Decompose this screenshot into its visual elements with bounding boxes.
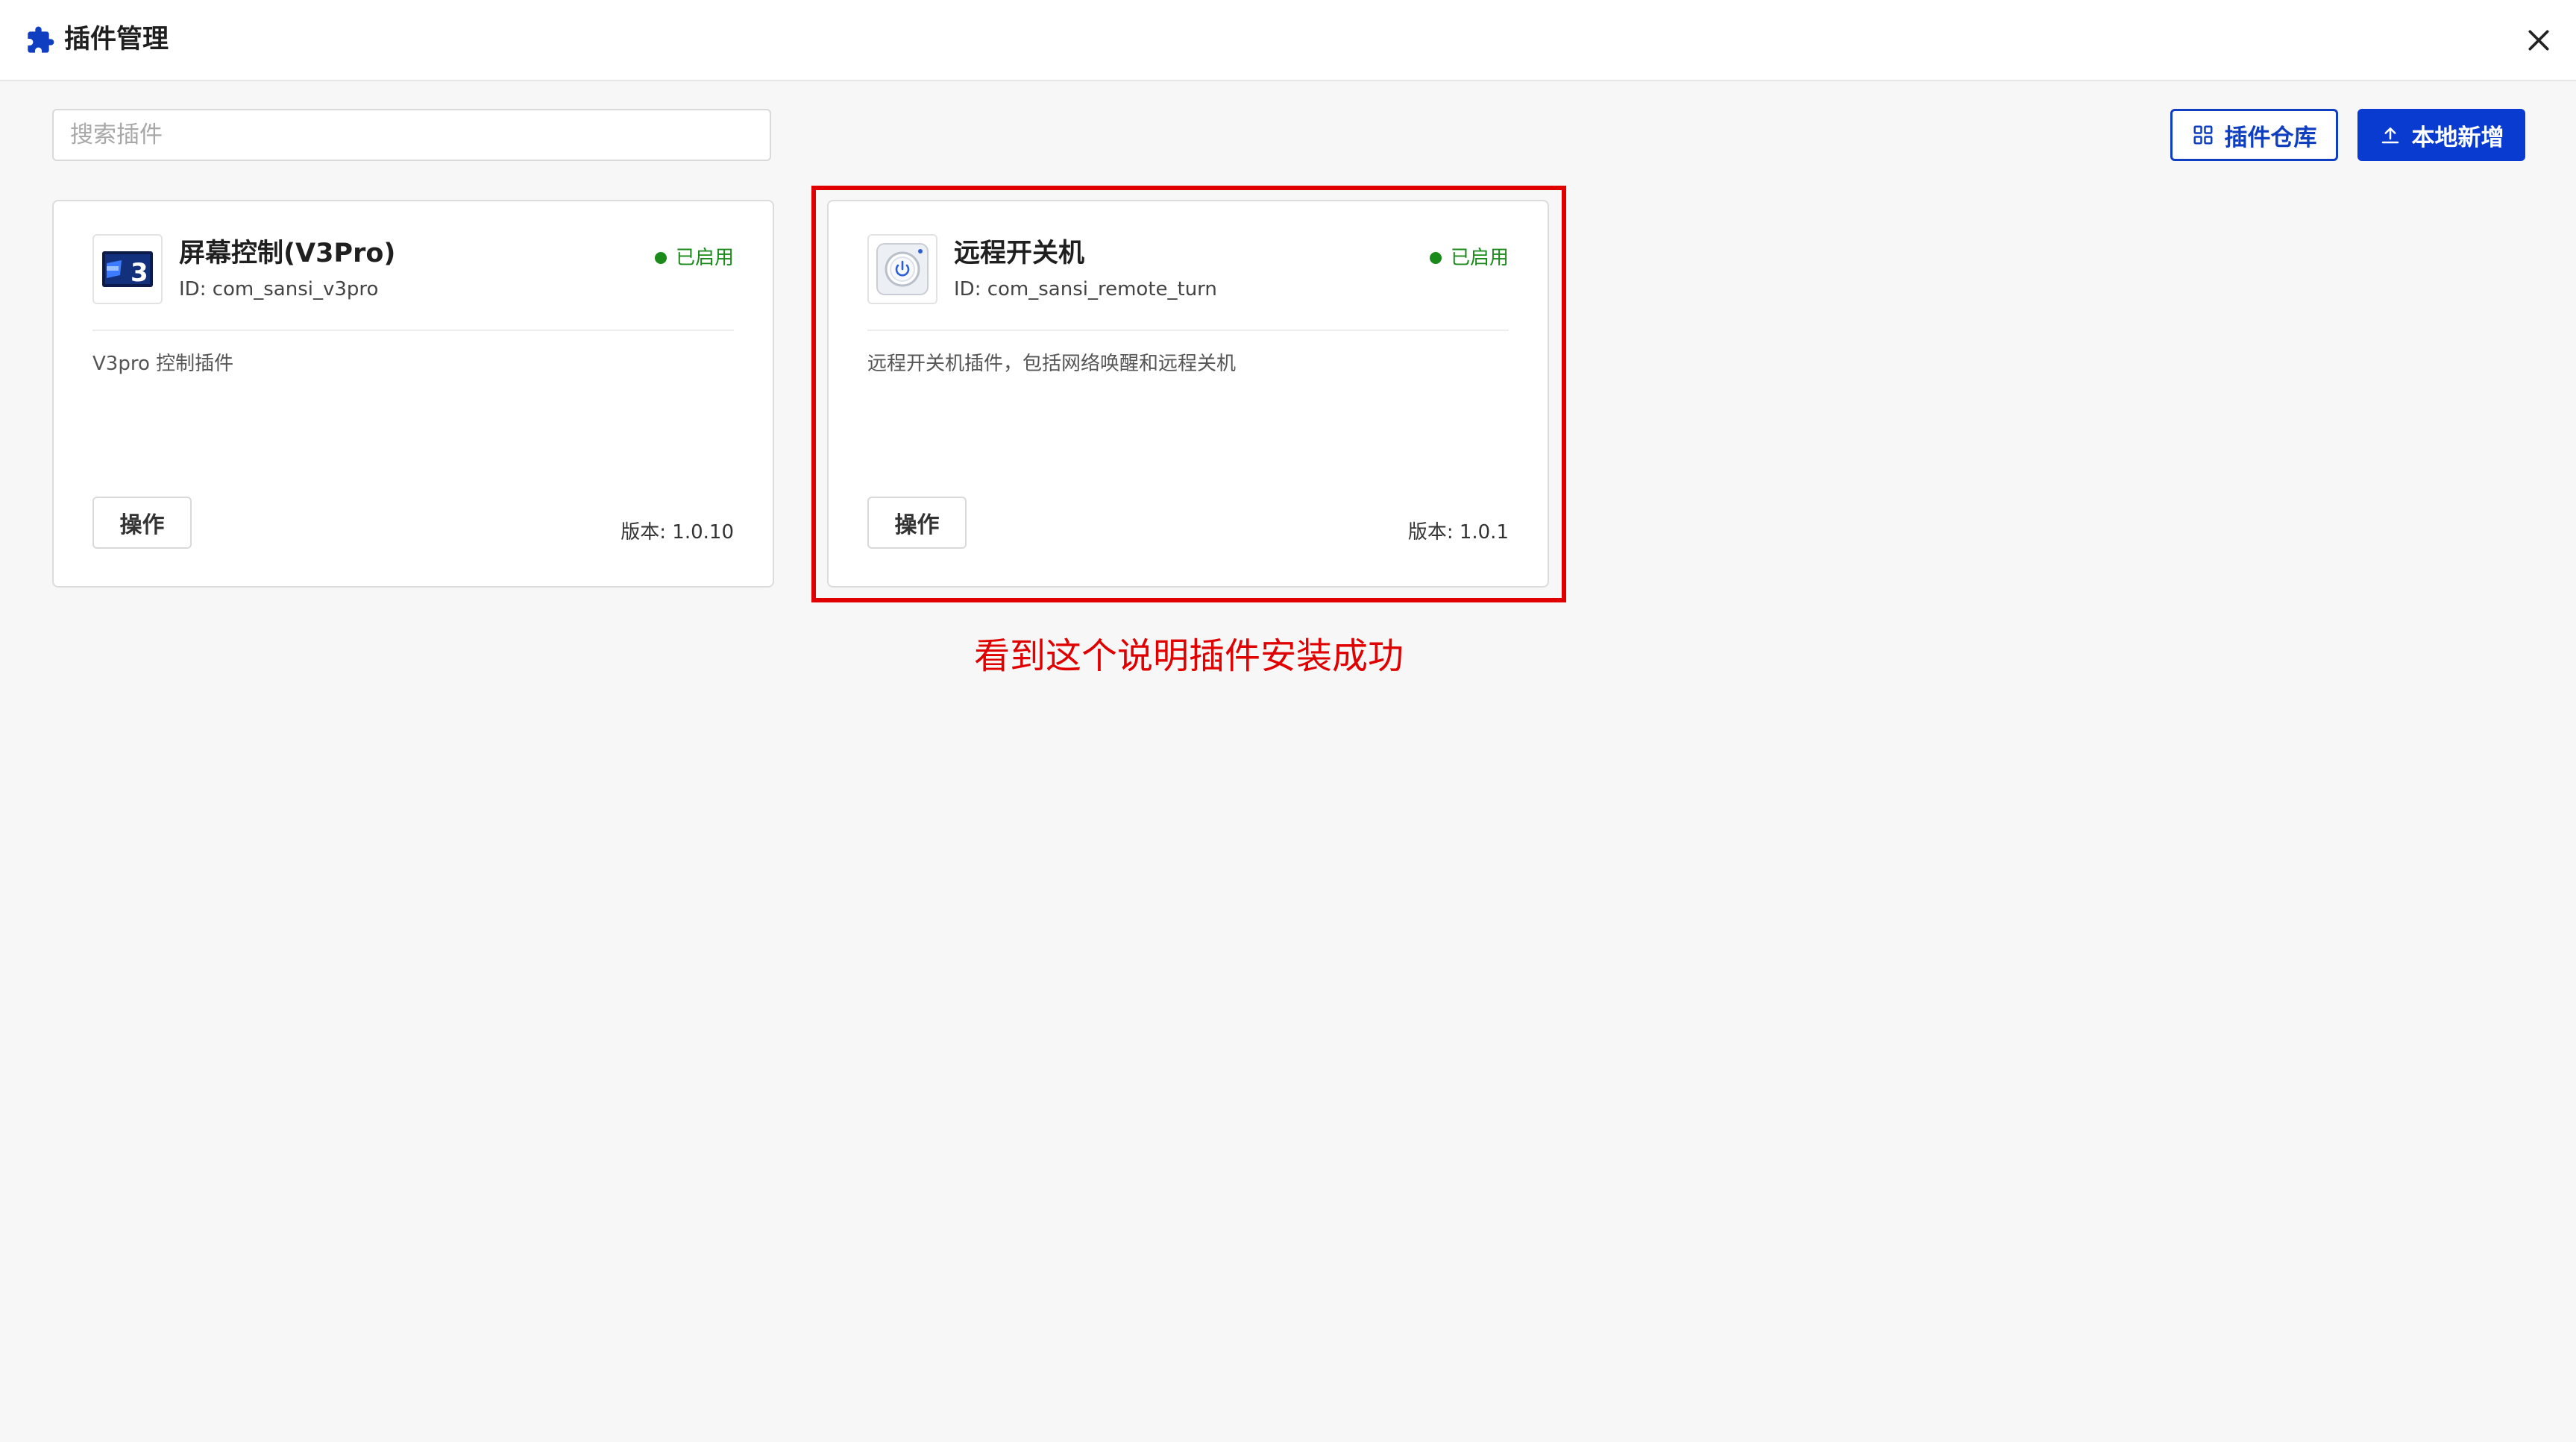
- plugin-version: 版本: 1.0.10: [621, 521, 734, 544]
- local-add-label: 本地新增: [2411, 124, 2504, 151]
- search-input[interactable]: [52, 109, 771, 161]
- annotation-highlight-box: [811, 186, 1566, 602]
- action-button[interactable]: 操作: [92, 497, 192, 549]
- plugin-card: 3 屏幕控制(V3Pro) ID: com_sansi_v3pro 已启用 V3…: [52, 200, 774, 588]
- local-add-button[interactable]: 本地新增: [2357, 109, 2525, 161]
- status-badge: 已启用: [654, 245, 734, 271]
- plugin-description: V3pro 控制插件: [92, 353, 234, 375]
- plugin-id: ID: com_sansi_v3pro: [179, 278, 379, 300]
- divider: [92, 330, 734, 331]
- status-label: 已启用: [675, 247, 734, 269]
- dialog-header: 插件管理: [0, 0, 2576, 81]
- upload-icon: [2381, 127, 2398, 144]
- puzzle-icon: [28, 26, 54, 53]
- plugin-name: 屏幕控制(V3Pro): [179, 239, 396, 268]
- status-dot-icon: [654, 252, 667, 264]
- grid-icon: [2193, 125, 2212, 145]
- svg-text:3: 3: [131, 258, 148, 288]
- annotation-text: 看到这个说明插件安装成功: [973, 635, 1404, 677]
- page-title: 插件管理: [64, 25, 169, 54]
- close-icon[interactable]: [2524, 25, 2554, 55]
- plugin-repository-button[interactable]: 插件仓库: [2170, 109, 2338, 161]
- plugin-repository-label: 插件仓库: [2224, 124, 2317, 151]
- v3pro-logo-icon: 3: [92, 234, 163, 304]
